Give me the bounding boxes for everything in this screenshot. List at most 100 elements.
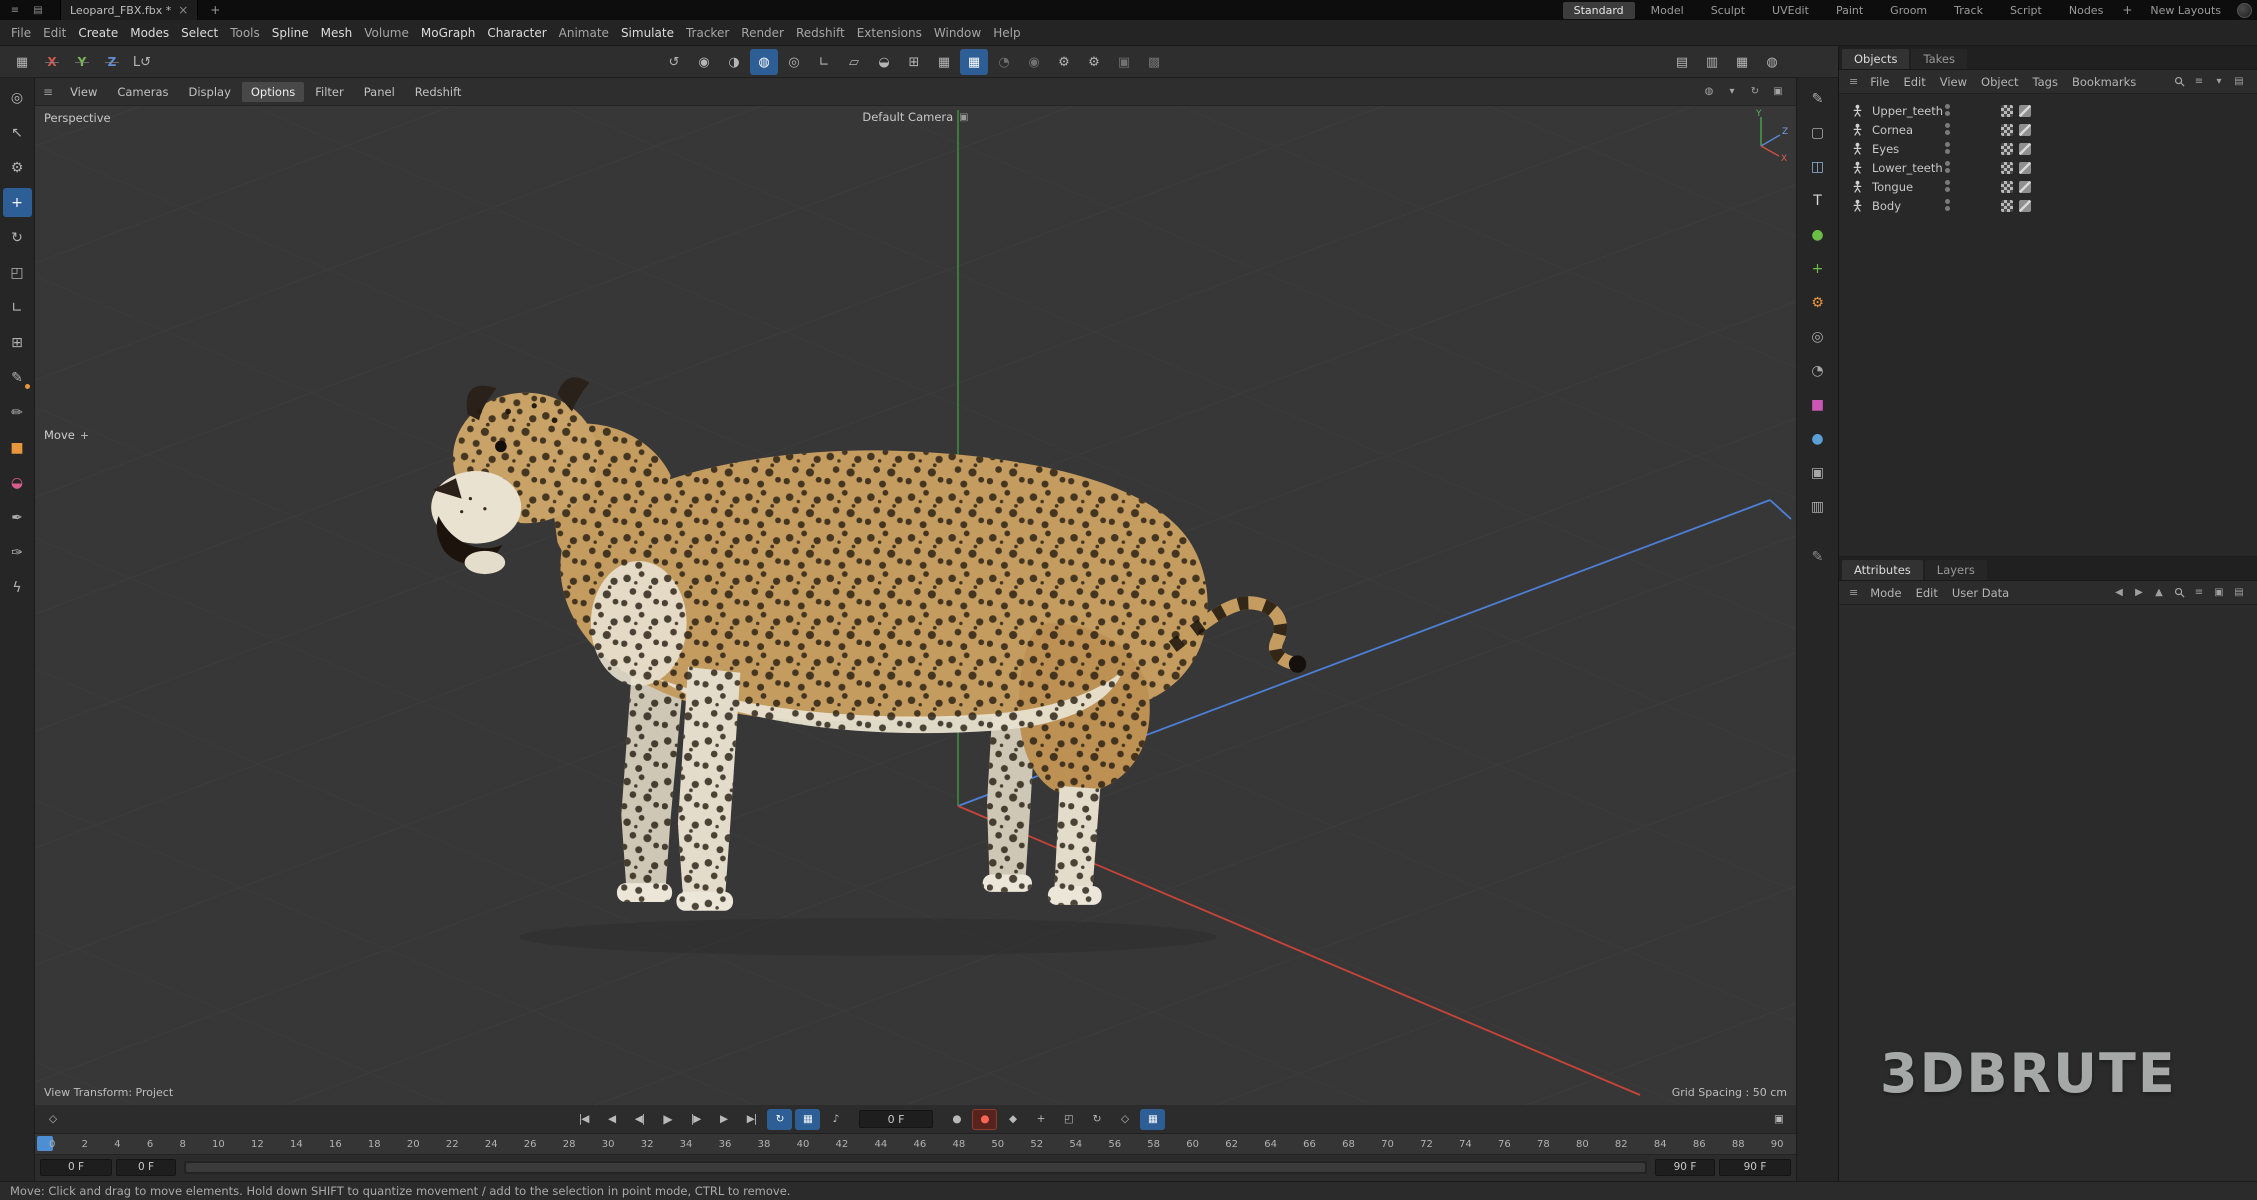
search-icon[interactable]: [2170, 73, 2188, 90]
next-frame-button[interactable]: |▶: [683, 1109, 708, 1130]
material-tag-icon[interactable]: [2019, 124, 2031, 136]
render-view-button[interactable]: ▤: [1668, 49, 1696, 75]
menu-mesh[interactable]: Mesh: [315, 23, 359, 43]
menu-render[interactable]: Render: [735, 23, 790, 43]
swatch-icon[interactable]: ■: [3, 433, 32, 462]
timeline-ruler[interactable]: 0246810121416182022242628303234363840424…: [35, 1134, 1796, 1155]
grid-icon[interactable]: ▦: [930, 49, 958, 75]
viewport-filter-icon[interactable]: ●: [1803, 425, 1833, 453]
render-settings-button[interactable]: ▦: [1728, 49, 1756, 75]
save-icon[interactable]: ▦: [8, 49, 36, 75]
brush-tool-icon[interactable]: ✒: [3, 503, 32, 532]
text-mode-icon[interactable]: T: [1803, 187, 1833, 215]
viewport-menu-redshift[interactable]: Redshift: [406, 82, 471, 102]
layout-tab-groom[interactable]: Groom: [1879, 2, 1938, 19]
rotate-tool-icon[interactable]: ↻: [3, 223, 32, 252]
edges-mode-icon[interactable]: ◔: [1803, 357, 1833, 385]
menu-tracker[interactable]: Tracker: [680, 23, 735, 43]
coordinate-system-button[interactable]: L↺: [128, 49, 156, 75]
timeline-end-field[interactable]: 90 F: [1719, 1159, 1791, 1176]
filter-icon[interactable]: ≡: [2190, 73, 2208, 90]
display-mode-icon[interactable]: ◍: [750, 49, 778, 75]
layout-tab-script[interactable]: Script: [1999, 2, 2053, 19]
sculpt-pen-icon[interactable]: ✏: [3, 398, 32, 427]
texture-tag-icon[interactable]: [2001, 200, 2013, 212]
set-keyframe-button[interactable]: ◇: [40, 1109, 65, 1130]
visibility-dots[interactable]: [1945, 142, 1950, 154]
close-icon[interactable]: ×: [178, 3, 188, 17]
keyframe-selection-button[interactable]: ◆: [1000, 1109, 1025, 1130]
account-avatar[interactable]: [2237, 3, 2252, 18]
move-tool-icon[interactable]: +: [3, 188, 32, 217]
spline-pen-icon[interactable]: ✎: [3, 363, 32, 392]
preview-range-bar[interactable]: [184, 1161, 1647, 1174]
object-row-body[interactable]: Body: [1839, 196, 2257, 215]
camera-label[interactable]: Default Camera ▣: [862, 110, 968, 124]
objects-menu-bookmarks[interactable]: Bookmarks: [2065, 73, 2143, 91]
object-label[interactable]: Lower_teeth: [1872, 161, 1943, 175]
record-scale-button[interactable]: ◰: [1056, 1109, 1081, 1130]
scale-tool-icon[interactable]: ◰: [3, 258, 32, 287]
current-frame-field[interactable]: 0 F: [859, 1110, 933, 1128]
menu-animate[interactable]: Animate: [553, 23, 615, 43]
objects-menu-object[interactable]: Object: [1974, 73, 2025, 91]
attributes-menu-mode[interactable]: Mode: [1863, 584, 1908, 602]
attributes-menu-user-data[interactable]: User Data: [1945, 584, 2016, 602]
polygons-mode-icon[interactable]: ■: [1803, 391, 1833, 419]
menu-redshift[interactable]: Redshift: [790, 23, 851, 43]
objects-menu-icon[interactable]: ≡: [1844, 75, 1863, 88]
parent-up-icon[interactable]: ▲: [2150, 584, 2168, 601]
menu-spline[interactable]: Spline: [266, 23, 315, 43]
menu-extensions[interactable]: Extensions: [851, 23, 928, 43]
viewport-menu-display[interactable]: Display: [179, 82, 239, 102]
viewport-canvas[interactable]: Perspective Default Camera ▣ Move + Y Z …: [35, 106, 1796, 1105]
texture-tag-icon[interactable]: [2001, 143, 2013, 155]
attributes-menu-icon[interactable]: ≡: [1844, 586, 1863, 599]
object-label[interactable]: Body: [1872, 199, 1901, 213]
menu-edit[interactable]: Edit: [37, 23, 72, 43]
object-mode-icon[interactable]: ●: [1803, 221, 1833, 249]
viewport-menu-icon[interactable]: ≡: [43, 85, 53, 99]
material-tag-icon[interactable]: [2019, 200, 2031, 212]
leopard-model[interactable]: [418, 368, 1318, 992]
viewport-sync-icon[interactable]: ↻: [1745, 83, 1765, 101]
timeline-start-field[interactable]: 0 F: [40, 1159, 112, 1176]
menu-file[interactable]: File: [5, 23, 37, 43]
material-tag-icon[interactable]: [2019, 143, 2031, 155]
document-tab[interactable]: Leopard_FBX.fbx * ×: [60, 0, 198, 20]
viewport-pin-icon[interactable]: ▾: [1722, 83, 1742, 101]
layout-tab-track[interactable]: Track: [1943, 2, 1994, 19]
attributes-menu-edit[interactable]: Edit: [1909, 584, 1945, 602]
color-pair-icon[interactable]: ◒: [3, 468, 32, 497]
object-label[interactable]: Cornea: [1872, 123, 1913, 137]
objects-menu-edit[interactable]: Edit: [1896, 73, 1932, 91]
object-row-upper_teeth[interactable]: Upper_teeth: [1839, 101, 2257, 120]
objects-menu-file[interactable]: File: [1863, 73, 1896, 91]
asset-browser-icon[interactable]: ▣: [1110, 49, 1138, 75]
model-mode-icon[interactable]: ▢: [1803, 119, 1833, 147]
orbit-view-icon[interactable]: ↺: [660, 49, 688, 75]
menu-create[interactable]: Create: [72, 23, 124, 43]
preview-start-field[interactable]: 0 F: [116, 1159, 176, 1176]
menu-window[interactable]: Window: [928, 23, 987, 43]
objects-menu-view[interactable]: View: [1933, 73, 1974, 91]
history-forward-icon[interactable]: ▶: [2130, 584, 2148, 601]
simulation-icon[interactable]: ⚙: [1803, 289, 1833, 317]
texture-tag-icon[interactable]: [2001, 181, 2013, 193]
viewport-menu-cameras[interactable]: Cameras: [108, 82, 177, 102]
layout-tab-paint[interactable]: Paint: [1825, 2, 1874, 19]
render-picture-viewer-button[interactable]: ▥: [1698, 49, 1726, 75]
menu-modes[interactable]: Modes: [124, 23, 175, 43]
play-button[interactable]: ▶: [655, 1109, 680, 1130]
viewport-menu-filter[interactable]: Filter: [306, 82, 352, 102]
tab-takes[interactable]: Takes: [1911, 49, 1967, 69]
axis-mode-icon[interactable]: +: [1803, 255, 1833, 283]
filter-icon[interactable]: ≡: [2190, 584, 2208, 601]
record-button[interactable]: ●: [944, 1109, 969, 1130]
make-editable-icon[interactable]: ✎: [1803, 85, 1833, 113]
playback-loop-button[interactable]: ↻: [767, 1109, 792, 1130]
new-layouts-button[interactable]: New Layouts: [2140, 4, 2231, 17]
material-tag-icon[interactable]: [2019, 181, 2031, 193]
camera-icon[interactable]: ◉: [690, 49, 718, 75]
objects-menu-tags[interactable]: Tags: [2026, 73, 2065, 91]
